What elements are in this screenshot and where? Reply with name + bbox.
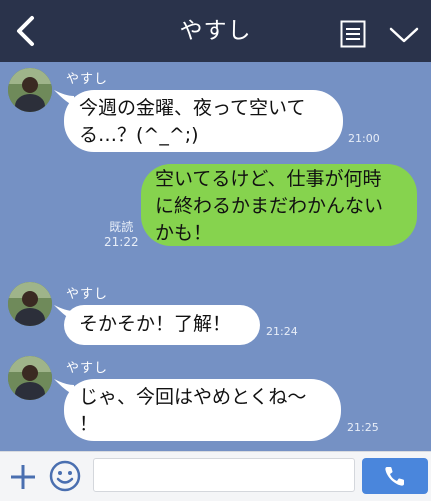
sender-name: やすし bbox=[66, 72, 109, 87]
message-line: そかそか！了解！ bbox=[79, 313, 232, 335]
message-input[interactable] bbox=[93, 458, 355, 492]
message-line: かも！ bbox=[155, 222, 213, 244]
chevron-down-icon[interactable] bbox=[388, 24, 420, 46]
message-line: に終わるかまだわかんない bbox=[155, 195, 384, 217]
plus-icon[interactable] bbox=[10, 464, 36, 490]
message-line: 空いてるけど、仕事が何時 bbox=[155, 168, 382, 190]
avatar[interactable] bbox=[8, 356, 52, 400]
sender-name: やすし bbox=[66, 361, 109, 376]
message-time: 21:24 bbox=[266, 325, 298, 338]
message-line: じゃ、今回はやめとくね〜 bbox=[79, 386, 307, 408]
smiley-icon[interactable] bbox=[49, 460, 81, 492]
message-input-bar bbox=[0, 451, 431, 501]
message-bubble[interactable]: じゃ、今回はやめとくね〜 ！ bbox=[64, 379, 341, 441]
phone-icon bbox=[385, 467, 404, 486]
message-time: 21:00 bbox=[348, 132, 380, 145]
avatar[interactable] bbox=[8, 68, 52, 112]
call-button[interactable] bbox=[362, 458, 428, 494]
sender-name: やすし bbox=[66, 287, 109, 302]
message-line: 今週の金曜、夜って空いて bbox=[79, 97, 306, 119]
message-time: 21:22 bbox=[104, 235, 139, 249]
chat-title: やすし bbox=[179, 18, 252, 44]
message-line: ！ bbox=[79, 413, 99, 435]
message-bubble[interactable]: そかそか！了解！ bbox=[64, 305, 260, 345]
read-label: 既読 bbox=[109, 220, 134, 234]
read-receipt: 既読 21:22 bbox=[104, 220, 139, 250]
chat-header: やすし bbox=[0, 0, 431, 62]
memo-list-icon[interactable] bbox=[340, 20, 366, 48]
message-line: る…？(^_^;) bbox=[79, 124, 199, 146]
message-time: 21:25 bbox=[347, 421, 379, 434]
my-message-bubble[interactable]: 空いてるけど、仕事が何時 に終わるかまだわかんない かも！ bbox=[141, 164, 417, 246]
message-bubble[interactable]: 今週の金曜、夜って空いて る…？(^_^;) bbox=[64, 90, 343, 152]
avatar[interactable] bbox=[8, 282, 52, 326]
